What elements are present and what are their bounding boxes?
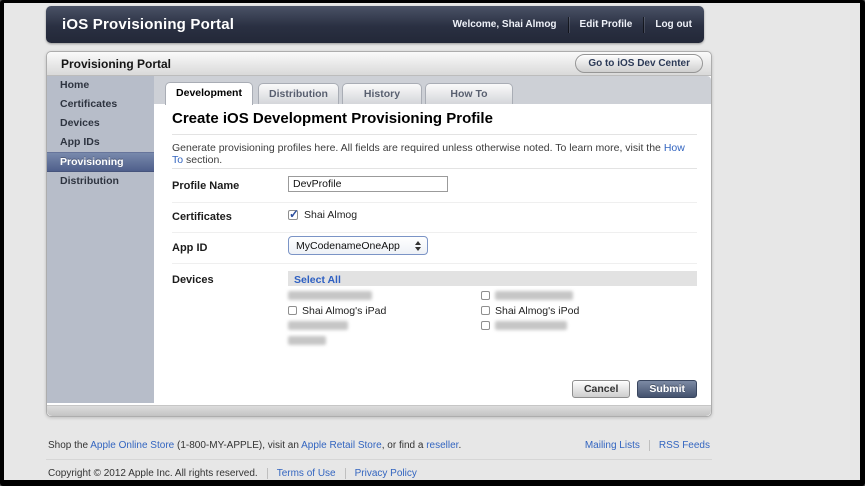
- sidebar-item-devices[interactable]: Devices: [47, 114, 154, 133]
- copyright-text: Copyright © 2012 Apple Inc. All rights r…: [48, 468, 258, 479]
- privacy-policy-link[interactable]: Privacy Policy: [355, 468, 417, 479]
- sidebar: Home Certificates Devices App IDs Provisioni…: [47, 76, 154, 403]
- profile-name-input[interactable]: [288, 176, 448, 192]
- welcome-user-text: Welcome, Shai Almog: [452, 19, 557, 30]
- portal-bar-title: Provisioning Portal: [61, 56, 172, 71]
- mailing-lists-link[interactable]: Mailing Lists: [585, 440, 640, 451]
- shop-mid2: , or find a: [381, 440, 427, 451]
- redacted-device-name: [288, 321, 348, 330]
- cancel-button[interactable]: Cancel: [571, 380, 631, 398]
- profile-name-label: Profile Name: [172, 180, 240, 192]
- app-title: iOS Provisioning Portal: [62, 16, 235, 33]
- device-row-redacted: [288, 333, 473, 348]
- tab-strip: Development Distribution History How To: [154, 76, 711, 105]
- device-name-label: Shai Almog's iPad: [302, 304, 387, 317]
- device-checkbox[interactable]: [481, 306, 490, 315]
- sidebar-item-distribution[interactable]: Distribution: [47, 172, 154, 191]
- devices-label: Devices: [172, 274, 214, 286]
- certificates-label: Certificates: [172, 211, 232, 223]
- device-row-redacted: [288, 318, 473, 333]
- reseller-link[interactable]: reseller: [426, 440, 458, 451]
- sidebar-item-certificates[interactable]: Certificates: [47, 95, 154, 114]
- log-out-link[interactable]: Log out: [655, 19, 692, 30]
- app-id-label: App ID: [172, 242, 208, 254]
- tab-development[interactable]: Development: [165, 82, 253, 105]
- device-row-redacted: [481, 318, 701, 333]
- device-column-left: Shai Almog's iPad: [288, 288, 473, 348]
- provisioning-portal-panel: Provisioning Portal Go to iOS Dev Center…: [46, 51, 712, 417]
- page-background: iOS Provisioning Portal Welcome, Shai Al…: [4, 3, 860, 480]
- device-checkbox[interactable]: [481, 321, 490, 330]
- redacted-device-name: [495, 321, 567, 330]
- footer-separator: [344, 468, 346, 479]
- submit-button[interactable]: Submit: [637, 380, 697, 398]
- footer-separator: [266, 468, 268, 479]
- header-separator: [643, 16, 645, 33]
- site-footer: Shop the Apple Online Store (1-800-MY-AP…: [46, 432, 712, 486]
- intro-prefix: Generate provisioning profiles here. All…: [172, 142, 664, 154]
- app-id-selected-value: MyCodenameOneApp: [296, 239, 400, 252]
- intro-text: Generate provisioning profiles here. All…: [172, 142, 691, 166]
- device-name-label: Shai Almog's iPod: [495, 304, 580, 317]
- header-links: Welcome, Shai Almog Edit Profile Log out: [453, 6, 692, 43]
- content-area: Create iOS Development Provisioning Prof…: [154, 104, 711, 405]
- footer-right-links: Mailing Lists RSS Feeds: [585, 440, 710, 451]
- select-all-link[interactable]: Select All: [294, 274, 341, 286]
- select-all-bar: Select All: [288, 271, 697, 286]
- sidebar-item-home[interactable]: Home: [47, 76, 154, 95]
- form-actions: Cancel Submit: [571, 380, 697, 398]
- sidebar-item-app-ids[interactable]: App IDs: [47, 133, 154, 152]
- divider: [172, 134, 697, 135]
- tab-how-to[interactable]: How To: [425, 83, 513, 104]
- redacted-device-name: [288, 291, 372, 300]
- footer-separator: [648, 440, 650, 451]
- certificate-option-row: Shai Almog: [288, 207, 358, 221]
- shop-mid1: (1-800-MY-APPLE), visit an: [174, 440, 302, 451]
- device-checkbox[interactable]: [288, 306, 297, 315]
- divider: [172, 168, 697, 169]
- tab-history[interactable]: History: [342, 83, 422, 104]
- row-divider: [172, 202, 697, 203]
- intro-suffix: section.: [183, 154, 223, 166]
- portal-bar: Provisioning Portal Go to iOS Dev Center: [47, 52, 711, 76]
- page-title: Create iOS Development Provisioning Prof…: [172, 110, 493, 127]
- redacted-device-name: [495, 291, 573, 300]
- shop-suffix: .: [458, 440, 462, 451]
- header-separator: [567, 16, 569, 33]
- redacted-device-name: [288, 336, 326, 345]
- device-row-redacted: [481, 288, 701, 303]
- footer-shop-text: Shop the Apple Online Store (1-800-MY-AP…: [48, 440, 461, 451]
- browser-screenshot: iOS Provisioning Portal Welcome, Shai Al…: [0, 0, 865, 486]
- device-row: Shai Almog's iPad: [288, 303, 473, 318]
- apple-retail-store-link[interactable]: Apple Retail Store: [301, 440, 382, 451]
- select-stepper-icon: [415, 240, 421, 251]
- app-id-select[interactable]: MyCodenameOneApp: [288, 236, 428, 255]
- panel-footer-bar: [47, 405, 711, 416]
- footer-legal-line: Copyright © 2012 Apple Inc. All rights r…: [46, 460, 712, 486]
- row-divider: [172, 263, 697, 264]
- edit-profile-link[interactable]: Edit Profile: [580, 19, 633, 30]
- go-to-dev-center-button[interactable]: Go to iOS Dev Center: [575, 54, 703, 73]
- apple-online-store-link[interactable]: Apple Online Store: [90, 440, 174, 451]
- device-column-right: Shai Almog's iPod: [481, 288, 701, 333]
- device-row: Shai Almog's iPod: [481, 303, 701, 318]
- terms-of-use-link[interactable]: Terms of Use: [277, 468, 336, 479]
- rss-feeds-link[interactable]: RSS Feeds: [659, 440, 710, 451]
- shop-prefix: Shop the: [48, 440, 91, 451]
- device-row-redacted: [288, 288, 473, 303]
- device-checkbox[interactable]: [481, 291, 490, 300]
- app-header: iOS Provisioning Portal Welcome, Shai Al…: [46, 6, 704, 43]
- certificate-checkbox[interactable]: [288, 207, 299, 221]
- row-divider: [172, 232, 697, 233]
- sidebar-item-provisioning[interactable]: Provisioning: [47, 152, 154, 172]
- certificate-option-label: Shai Almog: [304, 209, 358, 221]
- footer-shop-line: Shop the Apple Online Store (1-800-MY-AP…: [46, 432, 712, 460]
- tab-distribution[interactable]: Distribution: [258, 83, 339, 104]
